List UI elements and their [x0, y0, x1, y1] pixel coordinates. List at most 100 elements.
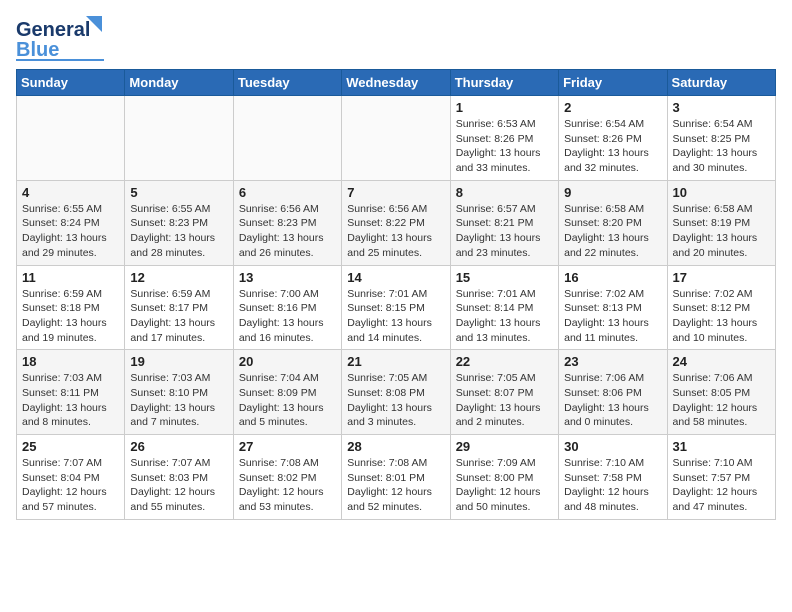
calendar-cell: 23Sunrise: 7:06 AM Sunset: 8:06 PM Dayli…: [559, 350, 667, 435]
day-info: Sunrise: 6:54 AM Sunset: 8:25 PM Dayligh…: [673, 117, 770, 176]
day-info: Sunrise: 7:05 AM Sunset: 8:08 PM Dayligh…: [347, 371, 444, 430]
day-number: 16: [564, 270, 661, 285]
day-number: 18: [22, 354, 119, 369]
calendar-cell: 31Sunrise: 7:10 AM Sunset: 7:57 PM Dayli…: [667, 435, 775, 520]
day-info: Sunrise: 7:03 AM Sunset: 8:11 PM Dayligh…: [22, 371, 119, 430]
calendar-cell: 25 Sunrise: 7:07 AM Sunset: 8:04 PM Dayli…: [17, 435, 125, 520]
calendar-cell: [342, 96, 450, 181]
day-number: 22: [456, 354, 553, 369]
calendar-cell: 27Sunrise: 7:08 AM Sunset: 8:02 PM Dayli…: [233, 435, 341, 520]
calendar-week-3: 11 Sunrise: 6:59 AM Sunset: 8:18 PM Dayli…: [17, 265, 776, 350]
day-number: 11: [22, 270, 119, 285]
calendar-cell: 28 Sunrise: 7:08 AM Sunset: 8:01 PM Dayli…: [342, 435, 450, 520]
calendar-cell: 14 Sunrise: 7:01 AM Sunset: 8:15 PM Dayli…: [342, 265, 450, 350]
calendar-cell: 12 Sunrise: 6:59 AM Sunset: 8:17 PM Dayli…: [125, 265, 233, 350]
day-number: 28: [347, 439, 444, 454]
day-info: Sunrise: 7:01 AM Sunset: 8:14 PM Dayligh…: [456, 287, 553, 346]
day-info: Sunrise: 7:06 AM Sunset: 8:06 PM Dayligh…: [564, 371, 661, 430]
calendar-cell: 24 Sunrise: 7:06 AM Sunset: 8:05 PM Dayli…: [667, 350, 775, 435]
day-info: Sunrise: 6:59 AM Sunset: 8:17 PM Dayligh…: [130, 287, 227, 346]
day-number: 29: [456, 439, 553, 454]
day-number: 5: [130, 185, 227, 200]
day-info: Sunrise: 6:58 AM Sunset: 8:19 PM Dayligh…: [673, 202, 770, 261]
day-number: 24: [673, 354, 770, 369]
day-number: 19: [130, 354, 227, 369]
day-number: 26: [130, 439, 227, 454]
calendar-cell: 2Sunrise: 6:54 AM Sunset: 8:26 PM Daylig…: [559, 96, 667, 181]
day-info: Sunrise: 6:55 AM Sunset: 8:24 PM Dayligh…: [22, 202, 119, 261]
calendar-cell: 13Sunrise: 7:00 AM Sunset: 8:16 PM Dayli…: [233, 265, 341, 350]
calendar-cell: 20Sunrise: 7:04 AM Sunset: 8:09 PM Dayli…: [233, 350, 341, 435]
day-info: Sunrise: 7:10 AM Sunset: 7:57 PM Dayligh…: [673, 456, 770, 515]
calendar-table: SundayMondayTuesdayWednesdayThursdayFrid…: [16, 69, 776, 520]
calendar-cell: 18 Sunrise: 7:03 AM Sunset: 8:11 PM Dayli…: [17, 350, 125, 435]
day-info: Sunrise: 7:02 AM Sunset: 8:12 PM Dayligh…: [673, 287, 770, 346]
day-info: Sunrise: 7:08 AM Sunset: 8:02 PM Dayligh…: [239, 456, 336, 515]
day-info: Sunrise: 7:01 AM Sunset: 8:15 PM Dayligh…: [347, 287, 444, 346]
calendar-week-1: 1 Sunrise: 6:53 AM Sunset: 8:26 PM Daylig…: [17, 96, 776, 181]
calendar-cell: 26 Sunrise: 7:07 AM Sunset: 8:03 PM Dayli…: [125, 435, 233, 520]
weekday-header-sunday: Sunday: [17, 70, 125, 96]
calendar-cell: 10 Sunrise: 6:58 AM Sunset: 8:19 PM Dayli…: [667, 180, 775, 265]
calendar-cell: 1 Sunrise: 6:53 AM Sunset: 8:26 PM Daylig…: [450, 96, 558, 181]
weekday-header-wednesday: Wednesday: [342, 70, 450, 96]
weekday-header-monday: Monday: [125, 70, 233, 96]
day-info: Sunrise: 7:07 AM Sunset: 8:03 PM Dayligh…: [130, 456, 227, 515]
day-number: 7: [347, 185, 444, 200]
day-number: 21: [347, 354, 444, 369]
day-number: 20: [239, 354, 336, 369]
day-info: Sunrise: 7:05 AM Sunset: 8:07 PM Dayligh…: [456, 371, 553, 430]
day-number: 14: [347, 270, 444, 285]
calendar-cell: 30Sunrise: 7:10 AM Sunset: 7:58 PM Dayli…: [559, 435, 667, 520]
day-info: Sunrise: 7:07 AM Sunset: 8:04 PM Dayligh…: [22, 456, 119, 515]
day-number: 4: [22, 185, 119, 200]
day-info: Sunrise: 7:08 AM Sunset: 8:01 PM Dayligh…: [347, 456, 444, 515]
calendar-week-5: 25 Sunrise: 7:07 AM Sunset: 8:04 PM Dayli…: [17, 435, 776, 520]
logo-icon: GeneralBlue: [16, 16, 106, 61]
calendar-week-4: 18 Sunrise: 7:03 AM Sunset: 8:11 PM Dayli…: [17, 350, 776, 435]
day-info: Sunrise: 6:55 AM Sunset: 8:23 PM Dayligh…: [130, 202, 227, 261]
calendar-cell: 16 Sunrise: 7:02 AM Sunset: 8:13 PM Dayli…: [559, 265, 667, 350]
day-number: 30: [564, 439, 661, 454]
day-number: 3: [673, 100, 770, 115]
calendar-cell: 3 Sunrise: 6:54 AM Sunset: 8:25 PM Daylig…: [667, 96, 775, 181]
day-number: 8: [456, 185, 553, 200]
day-info: Sunrise: 7:02 AM Sunset: 8:13 PM Dayligh…: [564, 287, 661, 346]
calendar-cell: [125, 96, 233, 181]
logo: GeneralBlue: [16, 16, 106, 61]
day-info: Sunrise: 6:58 AM Sunset: 8:20 PM Dayligh…: [564, 202, 661, 261]
weekday-header-row: SundayMondayTuesdayWednesdayThursdayFrid…: [17, 70, 776, 96]
weekday-header-friday: Friday: [559, 70, 667, 96]
day-info: Sunrise: 7:06 AM Sunset: 8:05 PM Dayligh…: [673, 371, 770, 430]
calendar-cell: 21 Sunrise: 7:05 AM Sunset: 8:08 PM Dayli…: [342, 350, 450, 435]
weekday-header-thursday: Thursday: [450, 70, 558, 96]
day-info: Sunrise: 7:03 AM Sunset: 8:10 PM Dayligh…: [130, 371, 227, 430]
day-info: Sunrise: 6:54 AM Sunset: 8:26 PM Dayligh…: [564, 117, 661, 176]
day-info: Sunrise: 6:59 AM Sunset: 8:18 PM Dayligh…: [22, 287, 119, 346]
day-number: 25: [22, 439, 119, 454]
day-number: 12: [130, 270, 227, 285]
weekday-header-saturday: Saturday: [667, 70, 775, 96]
calendar-cell: 11 Sunrise: 6:59 AM Sunset: 8:18 PM Dayli…: [17, 265, 125, 350]
day-info: Sunrise: 6:53 AM Sunset: 8:26 PM Dayligh…: [456, 117, 553, 176]
calendar-cell: 6 Sunrise: 6:56 AM Sunset: 8:23 PM Daylig…: [233, 180, 341, 265]
day-info: Sunrise: 6:56 AM Sunset: 8:22 PM Dayligh…: [347, 202, 444, 261]
calendar-cell: 29 Sunrise: 7:09 AM Sunset: 8:00 PM Dayli…: [450, 435, 558, 520]
day-info: Sunrise: 7:09 AM Sunset: 8:00 PM Dayligh…: [456, 456, 553, 515]
calendar-cell: 15Sunrise: 7:01 AM Sunset: 8:14 PM Dayli…: [450, 265, 558, 350]
svg-text:Blue: Blue: [16, 39, 59, 61]
calendar-cell: [233, 96, 341, 181]
page-header: GeneralBlue: [16, 16, 776, 61]
weekday-header-tuesday: Tuesday: [233, 70, 341, 96]
day-info: Sunrise: 6:57 AM Sunset: 8:21 PM Dayligh…: [456, 202, 553, 261]
calendar-cell: 7 Sunrise: 6:56 AM Sunset: 8:22 PM Daylig…: [342, 180, 450, 265]
day-info: Sunrise: 6:56 AM Sunset: 8:23 PM Dayligh…: [239, 202, 336, 261]
calendar-week-2: 4 Sunrise: 6:55 AM Sunset: 8:24 PM Daylig…: [17, 180, 776, 265]
calendar-cell: 17Sunrise: 7:02 AM Sunset: 8:12 PM Dayli…: [667, 265, 775, 350]
day-number: 6: [239, 185, 336, 200]
calendar-cell: 22 Sunrise: 7:05 AM Sunset: 8:07 PM Dayli…: [450, 350, 558, 435]
day-number: 10: [673, 185, 770, 200]
day-number: 1: [456, 100, 553, 115]
calendar-cell: 4 Sunrise: 6:55 AM Sunset: 8:24 PM Daylig…: [17, 180, 125, 265]
svg-text:General: General: [16, 19, 90, 41]
